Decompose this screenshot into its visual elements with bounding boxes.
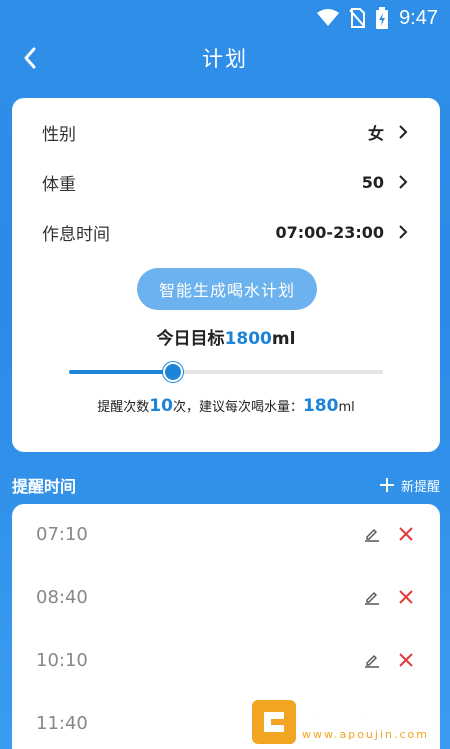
delete-icon[interactable] xyxy=(396,524,416,544)
weight-label: 体重 xyxy=(42,174,76,195)
list-item: 10:10 xyxy=(12,640,440,680)
app-header: 计划 xyxy=(0,36,450,80)
reminder-time: 07:10 xyxy=(36,523,88,545)
status-bar: 9:47 xyxy=(0,0,450,36)
generate-plan-button[interactable]: 智能生成喝水计划 xyxy=(137,268,317,310)
slider-thumb[interactable] xyxy=(162,362,183,382)
reminders-header: 提醒时间 新提醒 xyxy=(12,472,440,498)
wifi-icon xyxy=(317,9,340,27)
schedule-label: 作息时间 xyxy=(42,224,110,245)
settings-row-gender[interactable]: 性别 女 xyxy=(12,112,440,152)
settings-row-weight[interactable]: 体重 50 xyxy=(12,162,440,202)
page-title: 计划 xyxy=(202,47,248,71)
remind-prefix: 提醒次数 xyxy=(97,400,150,415)
list-item: 08:40 xyxy=(12,577,440,617)
plus-icon xyxy=(379,478,394,492)
plan-card: 性别 女 体重 50 作息时间 07:00-23:00 智能生成喝水计划 今日目… xyxy=(12,98,440,452)
edit-icon[interactable] xyxy=(362,524,382,544)
reminder-time: 08:40 xyxy=(36,586,88,608)
gender-value: 女 xyxy=(367,124,384,143)
edit-icon[interactable] xyxy=(362,587,382,607)
gender-label: 性别 xyxy=(42,124,76,145)
remind-mid: 次，建议每次喝水量： xyxy=(172,400,303,415)
slider-fill xyxy=(69,370,173,374)
target-prefix: 今日目标 xyxy=(156,329,225,349)
remind-count: 10 xyxy=(149,396,173,416)
remind-summary: 提醒次数10次，建议每次喝水量：180ml xyxy=(12,396,440,416)
watermark-logo xyxy=(252,700,296,744)
per-unit: ml xyxy=(338,400,355,415)
chevron-right-icon xyxy=(398,174,410,190)
watermark: 欧金软件园 www.apoujin.com xyxy=(252,697,446,747)
watermark-text: 欧金软件园 www.apoujin.com xyxy=(302,702,429,741)
weight-value: 50 xyxy=(361,172,384,192)
no-sim-icon xyxy=(349,8,366,28)
reminder-time: 10:10 xyxy=(36,649,88,671)
delete-icon[interactable] xyxy=(396,587,416,607)
reminders-title: 提醒时间 xyxy=(12,477,77,496)
back-arrow-icon[interactable] xyxy=(18,44,42,72)
chevron-right-icon xyxy=(398,224,410,240)
add-reminder-label: 新提醒 xyxy=(400,479,440,495)
chevron-right-icon xyxy=(398,124,410,140)
per-amount: 180 xyxy=(302,396,339,416)
settings-row-schedule[interactable]: 作息时间 07:00-23:00 xyxy=(12,212,440,252)
battery-charging-icon xyxy=(375,7,389,29)
edit-icon[interactable] xyxy=(362,650,382,670)
target-slider[interactable] xyxy=(69,362,383,382)
daily-target: 今日目标1800ml xyxy=(12,324,440,349)
watermark-en: www.apoujin.com xyxy=(302,728,429,741)
schedule-value: 07:00-23:00 xyxy=(275,222,385,242)
watermark-cn: 欧金软件园 xyxy=(302,702,423,727)
target-value: 1800 xyxy=(224,329,272,349)
status-time: 9:47 xyxy=(399,6,438,29)
add-reminder-button[interactable]: 新提醒 xyxy=(379,476,440,495)
delete-icon[interactable] xyxy=(396,650,416,670)
target-unit: ml xyxy=(271,329,296,349)
list-item: 07:10 xyxy=(12,514,440,554)
